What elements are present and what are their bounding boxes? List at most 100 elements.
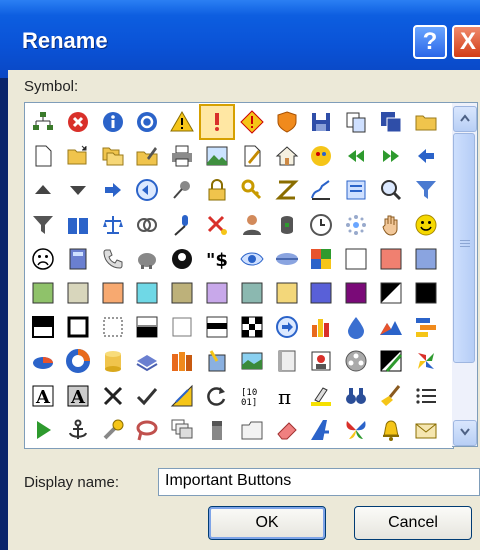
cancel-button[interactable]: Cancel [354, 506, 472, 540]
symbol-scrollbar[interactable] [452, 102, 478, 447]
display-name-input[interactable]: Important Buttons [158, 468, 480, 496]
symbol-cell-portrait[interactable] [305, 345, 337, 377]
symbol-cell-dotted-box[interactable] [97, 311, 129, 343]
symbol-cell-clock[interactable] [305, 209, 337, 241]
symbol-cell-back-circle[interactable] [131, 174, 163, 206]
symbol-cell-filter[interactable] [410, 174, 442, 206]
symbol-cell-teal-swatch[interactable] [236, 277, 268, 309]
symbol-cell-anchor[interactable] [62, 414, 94, 446]
scroll-down-button[interactable] [453, 420, 477, 446]
symbol-cell-play[interactable] [27, 414, 59, 446]
symbol-cell-signature[interactable] [305, 174, 337, 206]
symbol-cell-copy[interactable] [340, 106, 372, 138]
symbol-cell-orange-swatch[interactable] [97, 277, 129, 309]
symbol-cell-half-gray[interactable] [131, 311, 163, 343]
symbol-cell-lips[interactable] [271, 243, 303, 275]
symbol-cell-document-pen[interactable] [201, 345, 233, 377]
symbol-cell-windows-stack[interactable] [166, 414, 198, 446]
symbol-cell-smiley[interactable] [410, 209, 442, 241]
symbol-cell-left-arrow[interactable] [410, 140, 442, 172]
symbol-cell-open-folder[interactable] [62, 140, 94, 172]
symbol-cell-circle-target[interactable] [131, 106, 163, 138]
symbol-cell-lasso[interactable] [131, 414, 163, 446]
symbol-cell-butterfly[interactable] [340, 414, 372, 446]
symbol-cell-save[interactable] [305, 106, 337, 138]
symbol-cell-pi[interactable]: π [271, 380, 303, 412]
symbol-cell-contrast-slash[interactable] [375, 345, 407, 377]
symbol-cell-currency[interactable]: "$" [201, 243, 237, 275]
symbol-cell-bell[interactable] [375, 414, 407, 446]
symbol-cell-cut[interactable] [201, 209, 233, 241]
symbol-cell-stack[interactable] [131, 345, 163, 377]
symbol-cell-font-box[interactable]: A [27, 380, 59, 412]
symbol-cell-user[interactable] [236, 209, 268, 241]
symbol-cell-sad-face[interactable] [27, 243, 59, 275]
symbol-cell-calculator[interactable] [62, 243, 94, 275]
symbol-cell-bar-chart[interactable] [305, 311, 337, 343]
symbol-cell-x-mark[interactable] [97, 380, 129, 412]
symbol-cell-black-swatch[interactable] [410, 277, 442, 309]
symbol-cell-checkmark[interactable] [131, 380, 163, 412]
symbol-cell-purple-swatch[interactable] [340, 277, 372, 309]
symbol-cell-smiley-ball[interactable] [305, 140, 337, 172]
symbol-cell-salmon-swatch[interactable] [375, 243, 407, 275]
symbol-cell-green-swatch[interactable] [27, 277, 59, 309]
symbol-cell-font-dark-box[interactable]: A [62, 380, 94, 412]
symbol-cell-pie-chart[interactable] [27, 345, 59, 377]
symbol-cell-forward-circle[interactable] [271, 311, 303, 343]
symbol-cell-cylinder[interactable] [97, 345, 129, 377]
symbol-cell-delete[interactable] [62, 106, 94, 138]
symbol-cell-piggy-bank[interactable] [131, 243, 163, 275]
symbol-cell-blank-page[interactable] [271, 345, 303, 377]
symbol-cell-beige-swatch[interactable] [62, 277, 94, 309]
symbol-cell-hand[interactable] [375, 209, 407, 241]
symbol-cell-lock[interactable] [201, 174, 233, 206]
symbol-cell-tab[interactable] [236, 414, 268, 446]
symbol-cell-broom[interactable] [375, 380, 407, 412]
ok-button[interactable]: OK [208, 506, 326, 540]
symbol-cell-phone[interactable] [97, 243, 129, 275]
symbol-cell-db-user[interactable] [271, 209, 303, 241]
symbol-cell-empty-box[interactable] [166, 311, 198, 343]
symbol-cell-eraser[interactable] [271, 414, 303, 446]
symbol-cell-books[interactable] [166, 345, 198, 377]
close-button[interactable]: X [452, 25, 480, 59]
symbol-cell-up-triangle[interactable] [27, 174, 59, 206]
symbol-cell-down-triangle[interactable] [62, 174, 94, 206]
symbol-cell-list[interactable] [410, 380, 442, 412]
symbol-cell-forward-double-arrow[interactable] [375, 140, 407, 172]
symbol-cell-film[interactable] [340, 345, 372, 377]
symbol-cell-sort[interactable] [271, 174, 303, 206]
symbol-cell-blue-swatch[interactable] [410, 243, 442, 275]
symbol-cell-white-swatch[interactable] [340, 243, 372, 275]
symbol-cell-exclamation[interactable] [199, 104, 235, 140]
symbol-cell-scales[interactable] [97, 209, 129, 241]
symbol-cell-pin[interactable] [166, 174, 198, 206]
help-button[interactable]: ? [413, 25, 447, 59]
symbol-cell-rings[interactable] [131, 209, 163, 241]
symbol-cell-gantt[interactable] [410, 311, 442, 343]
symbol-cell-save-all[interactable] [375, 106, 407, 138]
symbol-cell-lavender-swatch[interactable] [201, 277, 233, 309]
symbol-cell-tools[interactable] [97, 414, 129, 446]
symbol-cell-olive-swatch[interactable] [166, 277, 198, 309]
symbol-cell-edit-page[interactable] [236, 140, 268, 172]
symbol-cell-mountain[interactable] [375, 311, 407, 343]
symbol-cell-filter-clear[interactable] [27, 209, 59, 241]
symbol-cell-binoculars[interactable] [340, 380, 372, 412]
symbol-cell-drop[interactable] [340, 311, 372, 343]
symbol-cell-envelope[interactable] [410, 414, 442, 446]
symbol-cell-cyan-swatch[interactable] [131, 277, 163, 309]
symbol-cell-checker[interactable] [236, 311, 268, 343]
symbol-cell-book[interactable] [62, 209, 94, 241]
symbol-cell-contrast-swatch[interactable] [375, 277, 407, 309]
symbol-cell-pinwheel[interactable] [410, 345, 442, 377]
symbol-cell-landscape[interactable] [236, 345, 268, 377]
symbol-cell-folder[interactable] [410, 106, 442, 138]
symbol-cell-ruler[interactable] [166, 380, 198, 412]
symbol-cell-color-grid[interactable] [305, 243, 337, 275]
symbol-cell-microphone[interactable] [166, 209, 198, 241]
scroll-up-button[interactable] [453, 106, 477, 132]
symbol-cell-back-double-arrow[interactable] [340, 140, 372, 172]
symbol-cell-eight-ball[interactable] [166, 243, 198, 275]
